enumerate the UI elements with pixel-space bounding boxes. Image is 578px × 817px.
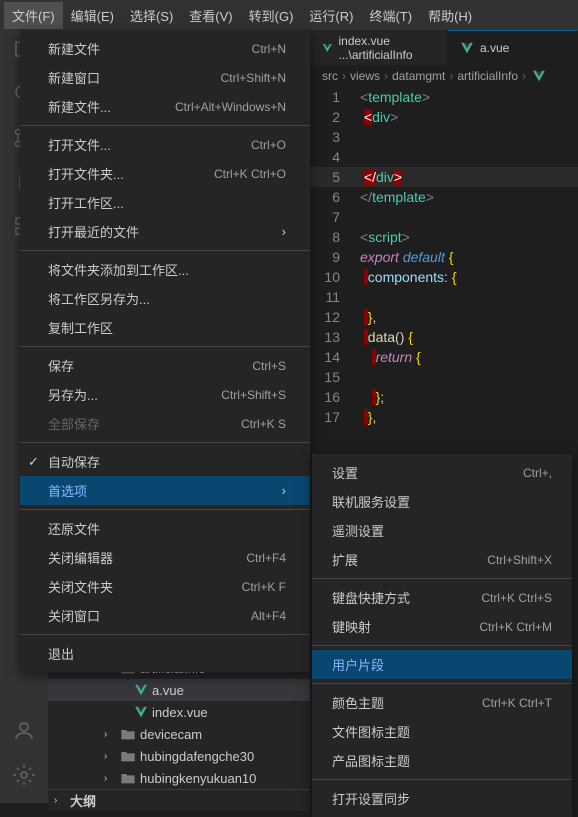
menubar-item[interactable]: 选择(S) [122,2,181,29]
menubar-item[interactable]: 终端(T) [361,2,420,29]
menu-item[interactable]: 关闭编辑器Ctrl+F4 [20,543,310,572]
menu-item[interactable]: 复制工作区 [20,313,310,342]
submenu-item[interactable]: 产品图标主题 [312,746,572,775]
tree-item[interactable]: index.vue [48,701,310,723]
menubar-item[interactable]: 查看(V) [181,2,240,29]
menu-item[interactable]: 打开最近的文件› [20,217,310,246]
menu-item[interactable]: 新建文件Ctrl+N [20,34,310,63]
menu-item[interactable]: 另存为...Ctrl+Shift+S [20,380,310,409]
menu-item[interactable]: 将工作区另存为... [20,284,310,313]
menu-item[interactable]: 将文件夹添加到工作区... [20,255,310,284]
preferences-submenu: 设置Ctrl+,联机服务设置遥测设置扩展Ctrl+Shift+X 键盘快捷方式Ct… [312,454,572,817]
outline-section[interactable]: ›大纲 [48,789,310,811]
editor-tab[interactable]: index.vue ...\artificialInfo [310,30,448,65]
tree-item[interactable]: ›devicecam [48,723,310,745]
breadcrumb[interactable]: src›views›datamgmt›artificialInfo› [310,65,578,87]
menu-item[interactable]: 打开工作区... [20,188,310,217]
menu-item[interactable]: 退出 [20,639,310,668]
submenu-item[interactable]: 打开设置同步 [312,784,572,813]
menu-item[interactable]: 首选项› [20,476,310,505]
menubar-item[interactable]: 运行(R) [301,2,361,29]
submenu-item[interactable]: 键映射Ctrl+K Ctrl+M [312,612,572,641]
submenu-item[interactable]: 用户片段 [312,650,572,679]
menu-item[interactable]: ✓自动保存 [20,447,310,476]
account-icon[interactable] [12,719,36,743]
menubar: 文件(F)编辑(E)选择(S)查看(V)转到(G)运行(R)终端(T)帮助(H) [0,0,578,30]
menubar-item[interactable]: 转到(G) [241,2,302,29]
menu-item[interactable]: 打开文件...Ctrl+O [20,130,310,159]
submenu-item[interactable]: 联机服务设置 [312,487,572,516]
gear-icon[interactable] [12,763,36,787]
submenu-item[interactable]: 颜色主题Ctrl+K Ctrl+T [312,688,572,717]
menubar-item[interactable]: 帮助(H) [420,2,480,29]
submenu-item[interactable]: 设置Ctrl+, [312,458,572,487]
submenu-item[interactable]: 遥测设置 [312,516,572,545]
menubar-item[interactable]: 文件(F) [4,2,63,29]
menubar-item[interactable]: 编辑(E) [63,2,122,29]
editor-tab[interactable]: a.vue [448,30,578,65]
submenu-item[interactable]: 扩展Ctrl+Shift+X [312,545,572,574]
menu-item[interactable]: 关闭文件夹Ctrl+K F [20,572,310,601]
submenu-item[interactable]: 文件图标主题 [312,717,572,746]
tree-item[interactable]: ›hubingkenyukuan10 [48,767,310,789]
submenu-item[interactable]: 键盘快捷方式Ctrl+K Ctrl+S [312,583,572,612]
tree-item[interactable]: a.vue [48,679,310,701]
menu-item[interactable]: 关闭窗口Alt+F4 [20,601,310,630]
file-menu: 新建文件Ctrl+N新建窗口Ctrl+Shift+N新建文件...Ctrl+Al… [20,30,310,672]
menu-item[interactable]: 保存Ctrl+S [20,351,310,380]
tree-item[interactable]: ›hubingdafengche30 [48,745,310,767]
editor-tabs: index.vue ...\artificialInfoa.vue [310,30,578,65]
menu-item[interactable]: 打开文件夹...Ctrl+K Ctrl+O [20,159,310,188]
menu-item[interactable]: 新建文件...Ctrl+Alt+Windows+N [20,92,310,121]
menu-item[interactable]: 全部保存Ctrl+K S [20,409,310,438]
menu-item[interactable]: 新建窗口Ctrl+Shift+N [20,63,310,92]
menu-item[interactable]: 还原文件 [20,514,310,543]
